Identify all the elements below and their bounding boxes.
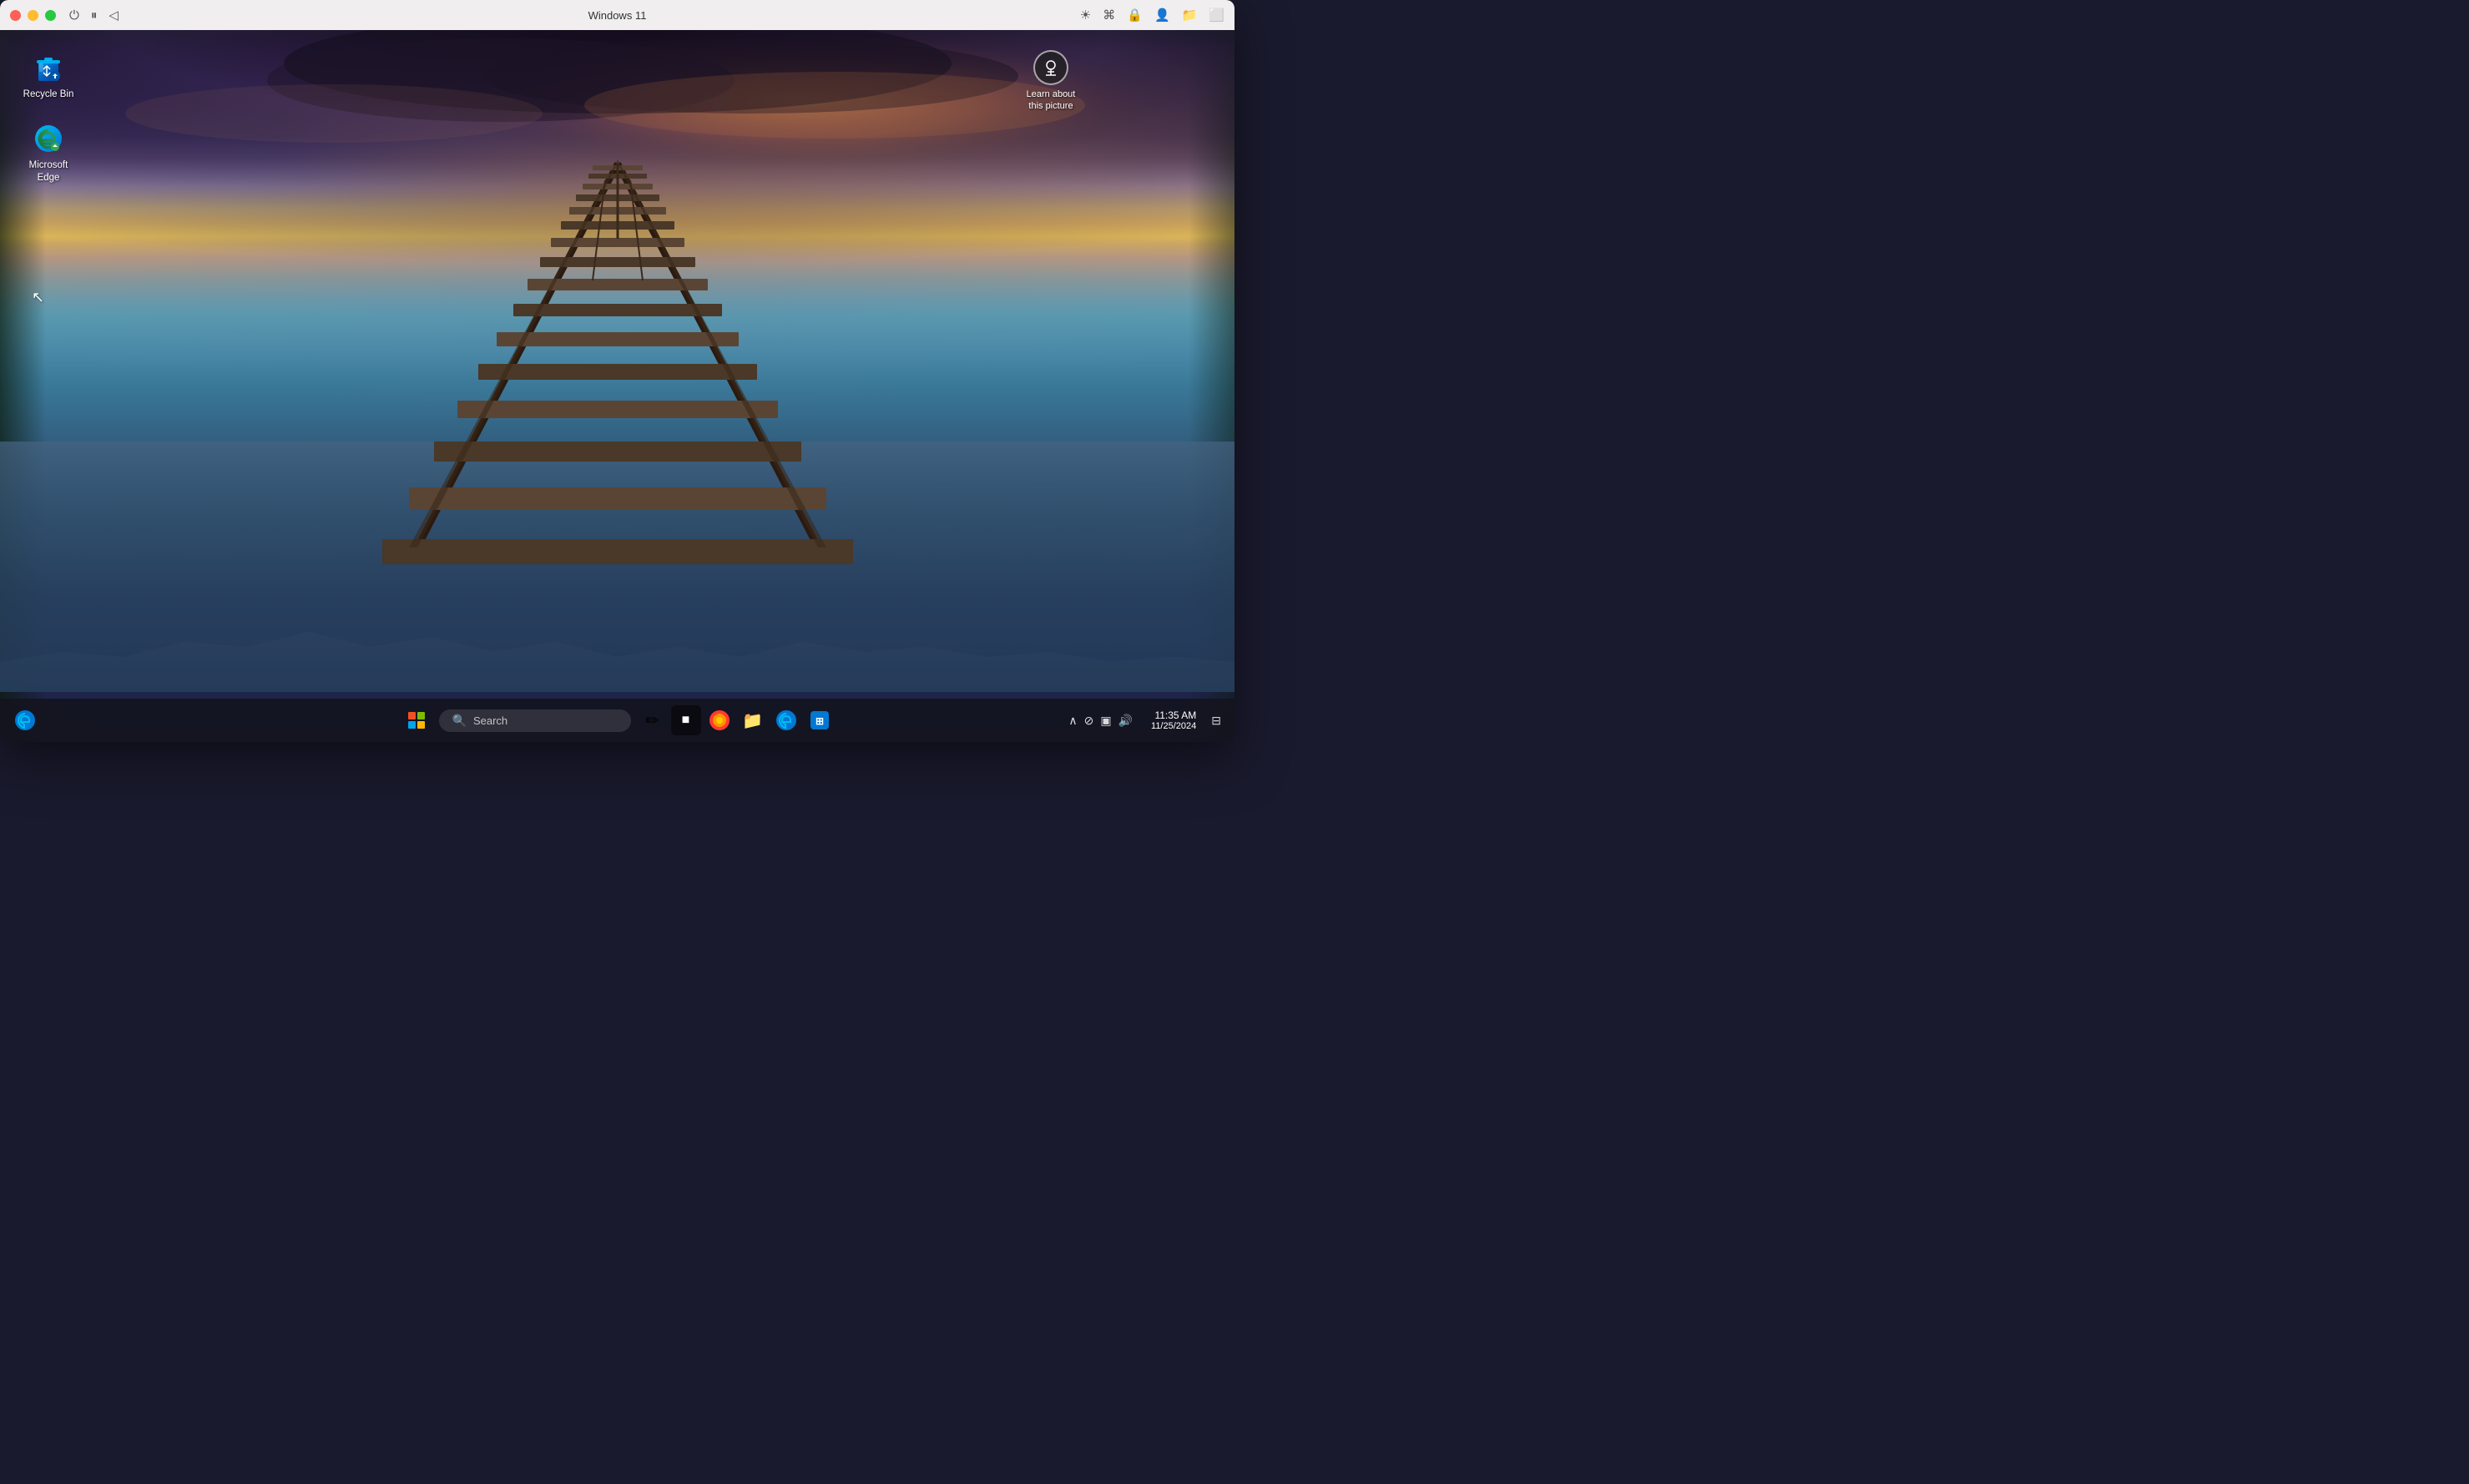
clock-time: 11:35 AM xyxy=(1154,709,1196,721)
power-icon[interactable]: ⏻ xyxy=(69,8,79,23)
desktop-icons-area: Recycle Bin xyxy=(17,47,80,188)
taskbar-left xyxy=(10,705,40,735)
volume-icon: 🔊 xyxy=(1118,714,1133,728)
learn-about-picture-icon[interactable]: Learn about this picture xyxy=(1017,47,1084,116)
taskbar-clock[interactable]: 11:35 AM 11/25/2024 xyxy=(1144,708,1203,733)
learn-about-label-line2: this picture xyxy=(1028,100,1073,112)
win-logo-blue xyxy=(408,721,416,729)
task-view-icon: ■ xyxy=(682,713,690,728)
recycle-bin-icon[interactable]: Recycle Bin xyxy=(17,47,80,104)
pen-icon: ✏ xyxy=(645,710,659,731)
recycle-bin-label: Recycle Bin xyxy=(23,88,74,101)
chevron-up-icon: ∧ xyxy=(1068,714,1077,728)
mac-close-button[interactable] xyxy=(10,10,21,21)
mac-nav-controls: ⏻ ⏸ ◁ xyxy=(69,8,119,23)
learn-about-label-line1: Learn about xyxy=(1027,88,1076,100)
brightness-icon[interactable]: ☀ xyxy=(1080,8,1091,23)
learn-icon-circle xyxy=(1033,50,1068,85)
taskbar-search-text: Search xyxy=(473,714,507,727)
display-icon: ▣ xyxy=(1100,714,1111,728)
mac-maximize-button[interactable] xyxy=(45,10,56,21)
notification-icon[interactable]: ⊟ xyxy=(1208,710,1224,731)
microsoft-edge-icon[interactable]: Microsoft Edge xyxy=(17,118,80,188)
taskbar-store-icon[interactable]: ⊞ xyxy=(805,705,835,735)
mac-titlebar-right: ☀ ⌘ 🔒 👤 📁 ⬜ xyxy=(1080,8,1224,23)
windows-taskbar: 🔍 Search ✏ ■ xyxy=(0,699,1234,742)
taskbar-task-view-icon[interactable]: ■ xyxy=(671,705,701,735)
mac-window: ⏻ ⏸ ◁ Windows 11 ☀ ⌘ 🔒 👤 📁 ⬜ xyxy=(0,0,1234,742)
mac-window-controls xyxy=(10,10,56,21)
lock-icon[interactable]: 🔒 xyxy=(1127,8,1143,23)
taskbar-search-icon: 🔍 xyxy=(452,714,467,728)
taskbar-right: ∧ ⊘ ▣ 🔊 11:35 AM 11/25/2024 ⊟ xyxy=(1062,708,1224,733)
win-logo-yellow xyxy=(417,721,425,729)
taskbar-edge-icon[interactable] xyxy=(771,705,801,735)
taskbar-widgets-icon[interactable]: ✏ xyxy=(638,705,668,735)
edge-label: Microsoft Edge xyxy=(20,159,77,184)
clock-date: 11/25/2024 xyxy=(1151,721,1196,731)
screenshot-icon[interactable]: ⬜ xyxy=(1209,8,1224,23)
win-logo-red xyxy=(408,712,416,719)
win-logo-green xyxy=(417,712,425,719)
foliage-top xyxy=(0,30,1234,47)
mac-titlebar: ⏻ ⏸ ◁ Windows 11 ☀ ⌘ 🔒 👤 📁 ⬜ xyxy=(0,0,1234,30)
mac-minimize-button[interactable] xyxy=(28,10,38,21)
network-icon: ⊘ xyxy=(1084,714,1094,728)
recycle-bin-image xyxy=(31,50,66,85)
taskbar-edge-left-icon[interactable] xyxy=(10,705,40,735)
accounts-icon[interactable]: 👤 xyxy=(1154,8,1170,23)
taskbar-center: 🔍 Search ✏ ■ xyxy=(401,704,835,736)
taskbar-search-bar[interactable]: 🔍 Search xyxy=(439,709,631,732)
folder-files-icon: 📁 xyxy=(742,710,763,731)
folder-icon[interactable]: 📁 xyxy=(1182,8,1198,23)
windows-logo xyxy=(408,712,425,729)
system-tray-icons[interactable]: ∧ ⊘ ▣ 🔊 xyxy=(1062,710,1139,731)
pause-icon[interactable]: ⏸ xyxy=(91,8,98,23)
taskbar-fantastical-icon[interactable] xyxy=(704,705,735,735)
wifi-icon[interactable]: ⌘ xyxy=(1103,8,1115,23)
mouse-cursor: ↖ xyxy=(32,289,44,306)
svg-text:⊞: ⊞ xyxy=(815,715,823,727)
edge-image xyxy=(31,121,66,156)
pier xyxy=(367,114,868,581)
taskbar-files-icon[interactable]: 📁 xyxy=(738,705,768,735)
back-icon[interactable]: ◁ xyxy=(109,8,119,23)
windows-desktop[interactable]: Recycle Bin xyxy=(0,30,1234,742)
taskbar-start-button[interactable] xyxy=(401,704,432,736)
window-title: Windows 11 xyxy=(588,9,647,22)
